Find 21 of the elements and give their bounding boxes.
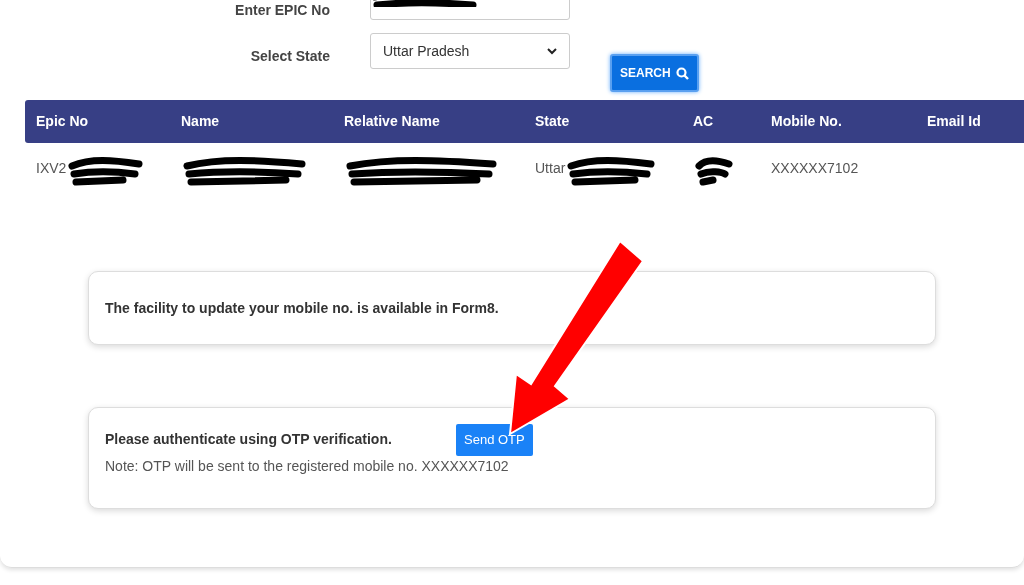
column-header: AC: [692, 112, 715, 131]
table-cell-text: XXXXXX7102: [771, 159, 859, 178]
send-otp-button[interactable]: Send OTP: [456, 424, 533, 456]
column-header: Relative Name: [343, 112, 441, 131]
epic-label: Enter EPIC No: [234, 1, 330, 20]
column-header: State: [534, 112, 571, 131]
notice-text: The facility to update your mobile no. is available in Form8.: [105, 298, 499, 318]
epic-field[interactable]: [370, 0, 570, 20]
state-label: Select State: [249, 47, 330, 66]
table-cell-text: Uttar: [535, 159, 566, 178]
table-cell-text: IXV2: [36, 159, 67, 178]
column-header: Name: [180, 112, 221, 131]
state-select[interactable]: Uttar Pradesh: [370, 33, 570, 69]
column-header: Epic No: [35, 112, 90, 131]
column-header: Email Id: [926, 112, 982, 131]
otp-note: Note: OTP will be sent to the registered mobile no. XXXXXX7102: [105, 456, 510, 476]
otp-prompt: Please authenticate using OTP verification.: [105, 430, 393, 450]
column-header: Mobile No.: [770, 112, 843, 131]
search-icon: [675, 66, 689, 80]
search-button[interactable]: SEARCH: [610, 54, 699, 92]
chevron-down-icon: [547, 47, 557, 55]
